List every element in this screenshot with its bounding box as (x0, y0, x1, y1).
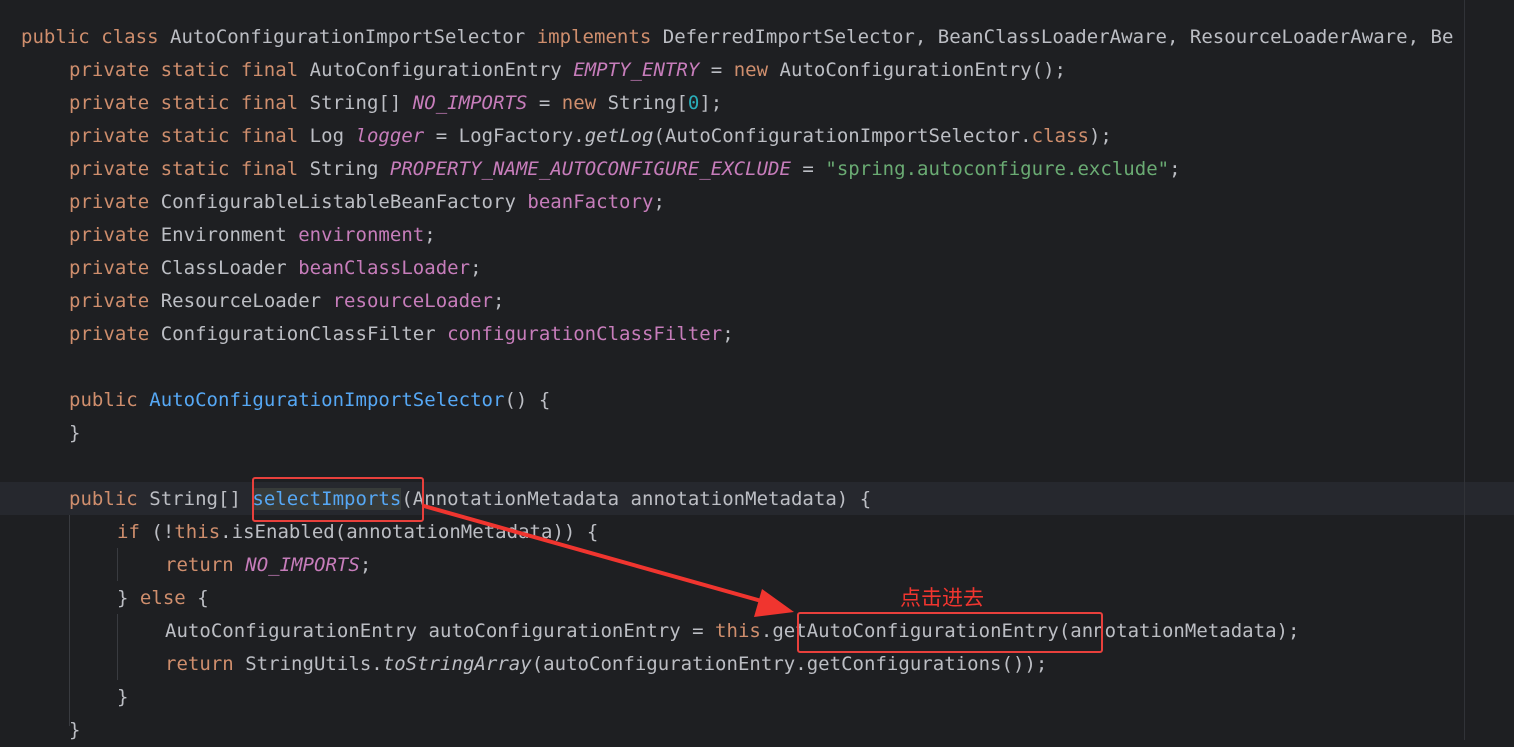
code-editor[interactable]: public class AutoConfigurationImportSele… (0, 0, 1514, 741)
annotation-arrow (422, 504, 794, 617)
annotation-label: 点击进去 (900, 586, 984, 610)
